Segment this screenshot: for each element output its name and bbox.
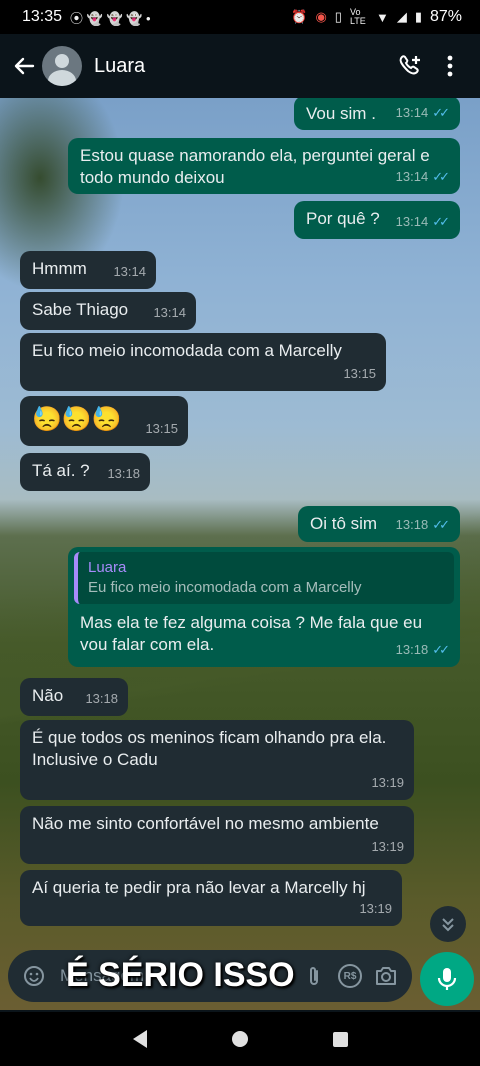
scroll-down-icon[interactable] xyxy=(430,906,466,942)
message-text: Eu fico meio incomodada com a Marcelly xyxy=(32,341,342,360)
alarm-icon: ⏰ xyxy=(291,9,308,24)
read-ticks-icon: ✓✓ xyxy=(432,517,450,532)
battery-icon: ▮ xyxy=(414,9,422,24)
message-time: 13:19 xyxy=(371,839,404,854)
contact-name[interactable]: Luara xyxy=(94,55,390,78)
message-bubble[interactable]: Por quê ? 13:14 ✓✓ xyxy=(294,201,460,239)
message-bubble[interactable]: É que todos os meninos ficam olhando pra… xyxy=(20,720,414,800)
camera-icon[interactable] xyxy=(372,962,400,990)
message-bubble[interactable]: Hmmm 13:14 xyxy=(20,251,156,289)
read-ticks-icon: ✓✓ xyxy=(432,105,450,120)
nav-recents-icon[interactable] xyxy=(332,1031,348,1047)
message-bubble[interactable]: Não me sinto confortável no mesmo ambien… xyxy=(20,806,414,864)
message-bubble[interactable]: Estou quase namorando ela, perguntei ger… xyxy=(68,138,460,194)
message-bubble[interactable]: Eu fico meio incomodada com a Marcelly 1… xyxy=(20,333,386,391)
message-bubble[interactable]: Aí queria te pedir pra não levar a Marce… xyxy=(20,870,402,926)
status-time: 13:35 xyxy=(22,8,63,25)
overlay-caption: É SÉRIO ISSO xyxy=(66,956,295,994)
read-ticks-icon: ✓✓ xyxy=(432,642,450,657)
chat-header: Luara xyxy=(0,34,480,98)
nav-home-icon[interactable] xyxy=(231,1031,248,1047)
quoted-author: Luara xyxy=(88,559,127,576)
message-time: 13:18 xyxy=(85,691,118,706)
add-call-icon[interactable] xyxy=(390,46,430,86)
status-bar: 13:35 ⦿ 👻 👻 👻 • ⏰ ◉ ▯ Vo LTE ▼ ◢ ▮ 87% xyxy=(0,0,480,34)
signal-icon: ◢ xyxy=(396,9,407,24)
recording-icon: ◉ xyxy=(315,9,327,24)
message-bubble[interactable]: Não 13:18 xyxy=(20,678,128,716)
message-time: 13:19 xyxy=(371,775,404,790)
message-bubble[interactable]: 😓😓😓 13:15 xyxy=(20,396,188,446)
message-bubble[interactable]: Oi tô sim 13:18 ✓✓ xyxy=(298,506,460,542)
read-ticks-icon: ✓✓ xyxy=(432,169,450,184)
wifi-icon: ▼ xyxy=(375,9,389,25)
more-vertical-icon[interactable] xyxy=(430,46,470,86)
attach-icon[interactable] xyxy=(300,962,328,990)
back-arrow-icon[interactable] xyxy=(10,52,38,80)
contact-avatar[interactable] xyxy=(42,46,82,86)
message-time: 13:15 xyxy=(343,366,376,381)
message-time: 13:14 xyxy=(395,105,429,120)
notification-icons: ⦿ 👻 👻 👻 • xyxy=(70,10,151,26)
message-bubble[interactable]: Luara Eu fico meio incomodada com a Marc… xyxy=(68,547,460,667)
message-text: É que todos os meninos ficam olhando pra… xyxy=(32,728,387,769)
chat-area[interactable]: Vou sim . 13:14 ✓✓ Estou quase namorando … xyxy=(0,98,480,1010)
message-time: 13:18 xyxy=(107,466,140,481)
system-nav-bar xyxy=(0,1012,480,1066)
message-bubble[interactable]: Vou sim . 13:14 ✓✓ xyxy=(294,98,460,130)
message-bubble[interactable]: Tá aí. ? 13:18 xyxy=(20,453,150,491)
emoji-icon[interactable] xyxy=(20,962,48,990)
message-time: 13:14 xyxy=(395,169,429,184)
message-time: 13:19 xyxy=(359,901,392,916)
vibrate-icon: ▯ xyxy=(334,9,342,24)
message-time: 13:18 xyxy=(395,517,429,532)
message-text: Estou quase namorando ela, perguntei ger… xyxy=(80,146,435,187)
quoted-text: Eu fico meio incomodada com a Marcelly xyxy=(88,579,362,596)
message-text: Aí queria te pedir pra não levar a Marce… xyxy=(32,878,366,897)
message-time: 13:14 xyxy=(153,305,186,320)
network-label: Vo LTE xyxy=(349,7,366,26)
microphone-icon[interactable] xyxy=(420,952,474,1006)
quoted-message[interactable]: Luara Eu fico meio incomodada com a Marc… xyxy=(74,552,454,604)
message-bubble[interactable]: Sabe Thiago 13:14 xyxy=(20,292,196,330)
message-time: 13:14 xyxy=(113,264,146,279)
message-text: Mas ela te fez alguma coisa ? Me fala qu… xyxy=(80,613,427,654)
message-time: 13:18 xyxy=(395,642,429,657)
read-ticks-icon: ✓✓ xyxy=(432,214,450,229)
message-time: 13:15 xyxy=(145,421,178,436)
payment-icon[interactable]: R$ xyxy=(338,964,362,988)
message-time: 13:14 xyxy=(395,214,429,229)
nav-back-icon[interactable] xyxy=(132,1030,147,1048)
battery-percent: 87% xyxy=(429,8,462,25)
message-text: Não me sinto confortável no mesmo ambien… xyxy=(32,814,379,833)
